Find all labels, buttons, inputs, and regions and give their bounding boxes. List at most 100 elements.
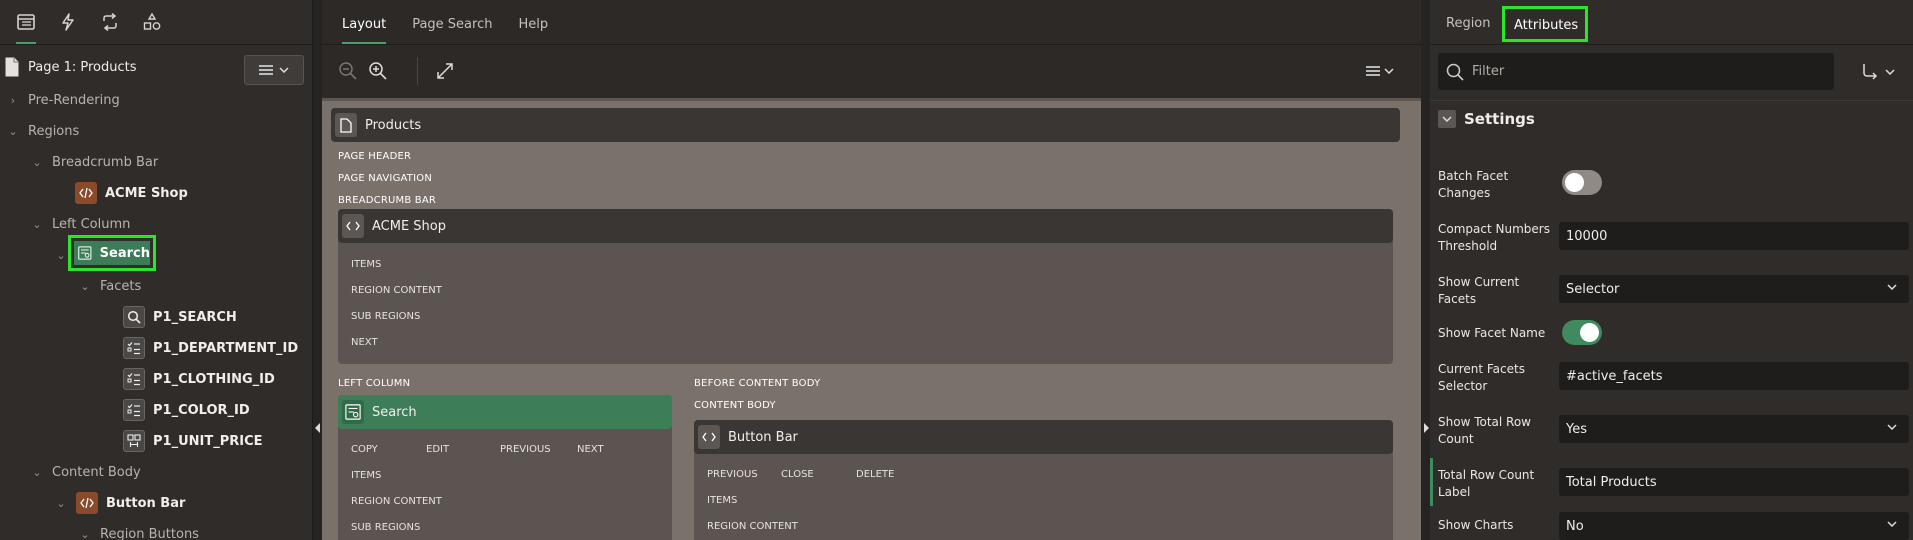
- menu-lines-icon: [1366, 66, 1380, 76]
- slot-region-content[interactable]: REGION CONTENT: [707, 521, 798, 532]
- page-designer: Page 1: Products › Pre-Rendering ⌄ Regio…: [0, 0, 1913, 540]
- tree-menu-button[interactable]: [244, 55, 304, 85]
- center-tabs: Layout Page Search Help: [322, 0, 1421, 45]
- tree-node-p1-department-id[interactable]: P1_DEPARTMENT_ID: [123, 337, 298, 359]
- page-icon: [335, 113, 357, 137]
- chevron-down-icon[interactable]: ⌄: [54, 249, 68, 262]
- chevron-right-icon[interactable]: ›: [6, 94, 20, 107]
- chevron-down-icon[interactable]: ⌄: [30, 156, 44, 169]
- slot-delete[interactable]: DELETE: [856, 469, 894, 480]
- dynamic-actions-icon[interactable]: [56, 10, 80, 34]
- page-icon: [5, 57, 19, 77]
- tree-node-facets[interactable]: ⌄ Facets: [78, 275, 141, 297]
- tab-region[interactable]: Region: [1446, 16, 1491, 31]
- chevron-down-icon[interactable]: ⌄: [78, 280, 92, 293]
- tree-node-left-column[interactable]: ⌄ Left Column: [30, 213, 130, 235]
- filter-input[interactable]: [1472, 64, 1812, 79]
- position-page-header[interactable]: PAGE HEADER: [338, 151, 411, 162]
- region-button-bar-header[interactable]: Button Bar: [694, 420, 1393, 454]
- tree-node-button-bar[interactable]: ⌄ Button Bar: [54, 492, 185, 514]
- position-before-content-body[interactable]: BEFORE CONTENT BODY: [694, 378, 820, 389]
- settings-group-header[interactable]: Settings: [1438, 110, 1535, 128]
- tree-node-pre-rendering[interactable]: › Pre-Rendering: [6, 89, 120, 111]
- chevron-down-icon[interactable]: [1438, 110, 1456, 128]
- tab-attributes[interactable]: Attributes: [1502, 6, 1588, 42]
- tree-node-search-selected[interactable]: Search: [74, 241, 150, 265]
- batch-facet-changes-toggle[interactable]: [1562, 170, 1602, 195]
- tree-node-content-body[interactable]: ⌄ Content Body: [30, 461, 140, 483]
- tree-node-p1-unit-price[interactable]: P1_UNIT_PRICE: [123, 430, 263, 452]
- chevron-down-icon[interactable]: ⌄: [54, 497, 68, 510]
- page-region-products[interactable]: Products: [331, 108, 1400, 142]
- slot-items[interactable]: ITEMS: [351, 470, 381, 481]
- tab-layout[interactable]: Layout: [342, 17, 387, 44]
- static-content-icon: [698, 425, 720, 449]
- slot-previous[interactable]: PREVIOUS: [707, 469, 758, 480]
- current-facets-selector-field[interactable]: #active_facets: [1559, 362, 1909, 390]
- slot-items[interactable]: ITEMS: [351, 259, 381, 270]
- left-pane-tabs: [0, 0, 312, 45]
- faceted-search-icon: [78, 246, 92, 260]
- collapse-left-icon[interactable]: [315, 423, 320, 433]
- right-splitter[interactable]: [1421, 0, 1430, 540]
- slot-previous[interactable]: PREVIOUS: [500, 444, 551, 455]
- rendering-tree-icon[interactable]: [14, 10, 38, 44]
- slot-sub-regions[interactable]: SUB REGIONS: [351, 311, 420, 322]
- position-page-navigation[interactable]: PAGE NAVIGATION: [338, 173, 432, 184]
- slot-items[interactable]: ITEMS: [707, 495, 737, 506]
- slot-next[interactable]: NEXT: [351, 337, 378, 348]
- slot-edit[interactable]: EDIT: [426, 444, 449, 455]
- region-acme-shop-header[interactable]: ACME Shop: [338, 209, 1393, 243]
- tab-page-search[interactable]: Page Search: [412, 17, 492, 44]
- shared-components-icon[interactable]: [140, 10, 164, 34]
- tab-help[interactable]: Help: [518, 17, 548, 44]
- chevron-down-icon: [279, 67, 289, 73]
- slot-close[interactable]: CLOSE: [781, 469, 814, 480]
- tree-node-breadcrumb-bar[interactable]: ⌄ Breadcrumb Bar: [30, 151, 158, 173]
- zoom-out-icon[interactable]: [337, 60, 359, 82]
- property-tabs: Region Attributes: [1430, 0, 1913, 45]
- position-breadcrumb-bar[interactable]: BREADCRUMB BAR: [338, 195, 436, 206]
- property-label: Batch Facet Changes: [1438, 169, 1509, 200]
- slot-copy[interactable]: COPY: [351, 444, 378, 455]
- go-to-group-button[interactable]: [1850, 53, 1906, 90]
- chevron-down-icon[interactable]: ⌄: [30, 466, 44, 479]
- divider: [1430, 100, 1913, 101]
- compact-numbers-threshold-field[interactable]: 10000: [1559, 222, 1909, 250]
- layout-menu-button[interactable]: [1362, 60, 1398, 82]
- region-search-header[interactable]: Search: [338, 395, 672, 429]
- tree-node-regions[interactable]: ⌄ Regions: [6, 120, 79, 142]
- tree-node-region-buttons[interactable]: ⌄ Region Buttons: [78, 523, 199, 540]
- position-content-body[interactable]: CONTENT BODY: [694, 400, 776, 411]
- static-content-icon: [75, 182, 97, 204]
- property-label: Compact Numbers Threshold: [1438, 222, 1550, 253]
- slot-next[interactable]: NEXT: [577, 444, 604, 455]
- property-label: Show Charts: [1438, 518, 1514, 532]
- static-content-icon: [76, 492, 98, 514]
- tree-node-p1-clothing-id[interactable]: P1_CLOTHING_ID: [123, 368, 275, 390]
- expand-icon[interactable]: [434, 60, 456, 82]
- slot-region-content[interactable]: REGION CONTENT: [351, 496, 442, 507]
- show-facet-name-toggle[interactable]: [1562, 320, 1602, 345]
- show-current-facets-select[interactable]: Selector: [1559, 275, 1909, 303]
- filter-field[interactable]: [1438, 53, 1834, 90]
- show-charts-select[interactable]: No: [1559, 512, 1909, 540]
- left-splitter[interactable]: [313, 0, 322, 540]
- processing-icon[interactable]: [98, 10, 122, 34]
- zoom-in-icon[interactable]: [367, 60, 389, 82]
- chevron-down-icon[interactable]: ⌄: [78, 528, 92, 540]
- tree-node-search[interactable]: Search: [68, 235, 156, 271]
- chevron-down-icon[interactable]: ⌄: [6, 125, 20, 138]
- tree-node-acme-shop[interactable]: ACME Shop: [75, 182, 188, 204]
- total-row-count-label-field[interactable]: Total Products: [1559, 468, 1909, 496]
- position-left-column[interactable]: LEFT COLUMN: [338, 378, 410, 389]
- chevron-down-icon[interactable]: ⌄: [30, 218, 44, 231]
- page-node[interactable]: Page 1: Products: [4, 57, 137, 77]
- show-total-row-count-select[interactable]: Yes: [1559, 415, 1909, 443]
- chevron-down-icon: [1885, 68, 1895, 75]
- slot-region-content[interactable]: REGION CONTENT: [351, 285, 442, 296]
- tree-node-p1-search[interactable]: P1_SEARCH: [123, 306, 237, 328]
- slot-sub-regions[interactable]: SUB REGIONS: [351, 522, 420, 533]
- collapse-right-icon[interactable]: [1424, 423, 1429, 433]
- tree-node-p1-color-id[interactable]: P1_COLOR_ID: [123, 399, 250, 421]
